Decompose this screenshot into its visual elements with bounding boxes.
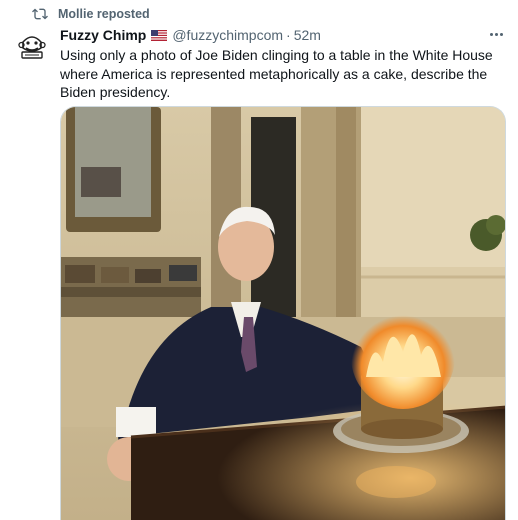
tweet-photo[interactable] bbox=[60, 106, 506, 520]
more-dot bbox=[499, 32, 503, 36]
repost-label: Mollie reposted bbox=[58, 7, 150, 21]
timestamp[interactable]: 52m bbox=[294, 27, 321, 43]
repost-icon bbox=[32, 8, 48, 20]
author-handle[interactable]: @fuzzychimpcom bbox=[172, 27, 283, 43]
more-options-button[interactable] bbox=[486, 25, 506, 43]
tweet-text: Using only a photo of Joe Biden clinging… bbox=[60, 47, 493, 100]
more-dot bbox=[489, 32, 493, 36]
more-dot bbox=[494, 32, 498, 36]
us-flag-icon bbox=[151, 29, 168, 41]
avatar[interactable] bbox=[14, 28, 50, 64]
chimp-avatar-icon bbox=[14, 28, 50, 64]
tweet-header: Fuzzy Chimp @fuzzychimpcom · 52m bbox=[60, 26, 508, 44]
photo-image bbox=[61, 107, 505, 520]
author-name[interactable]: Fuzzy Chimp bbox=[60, 27, 146, 43]
repost-indicator[interactable]: Mollie reposted bbox=[32, 6, 150, 22]
separator-dot: · bbox=[286, 27, 291, 43]
